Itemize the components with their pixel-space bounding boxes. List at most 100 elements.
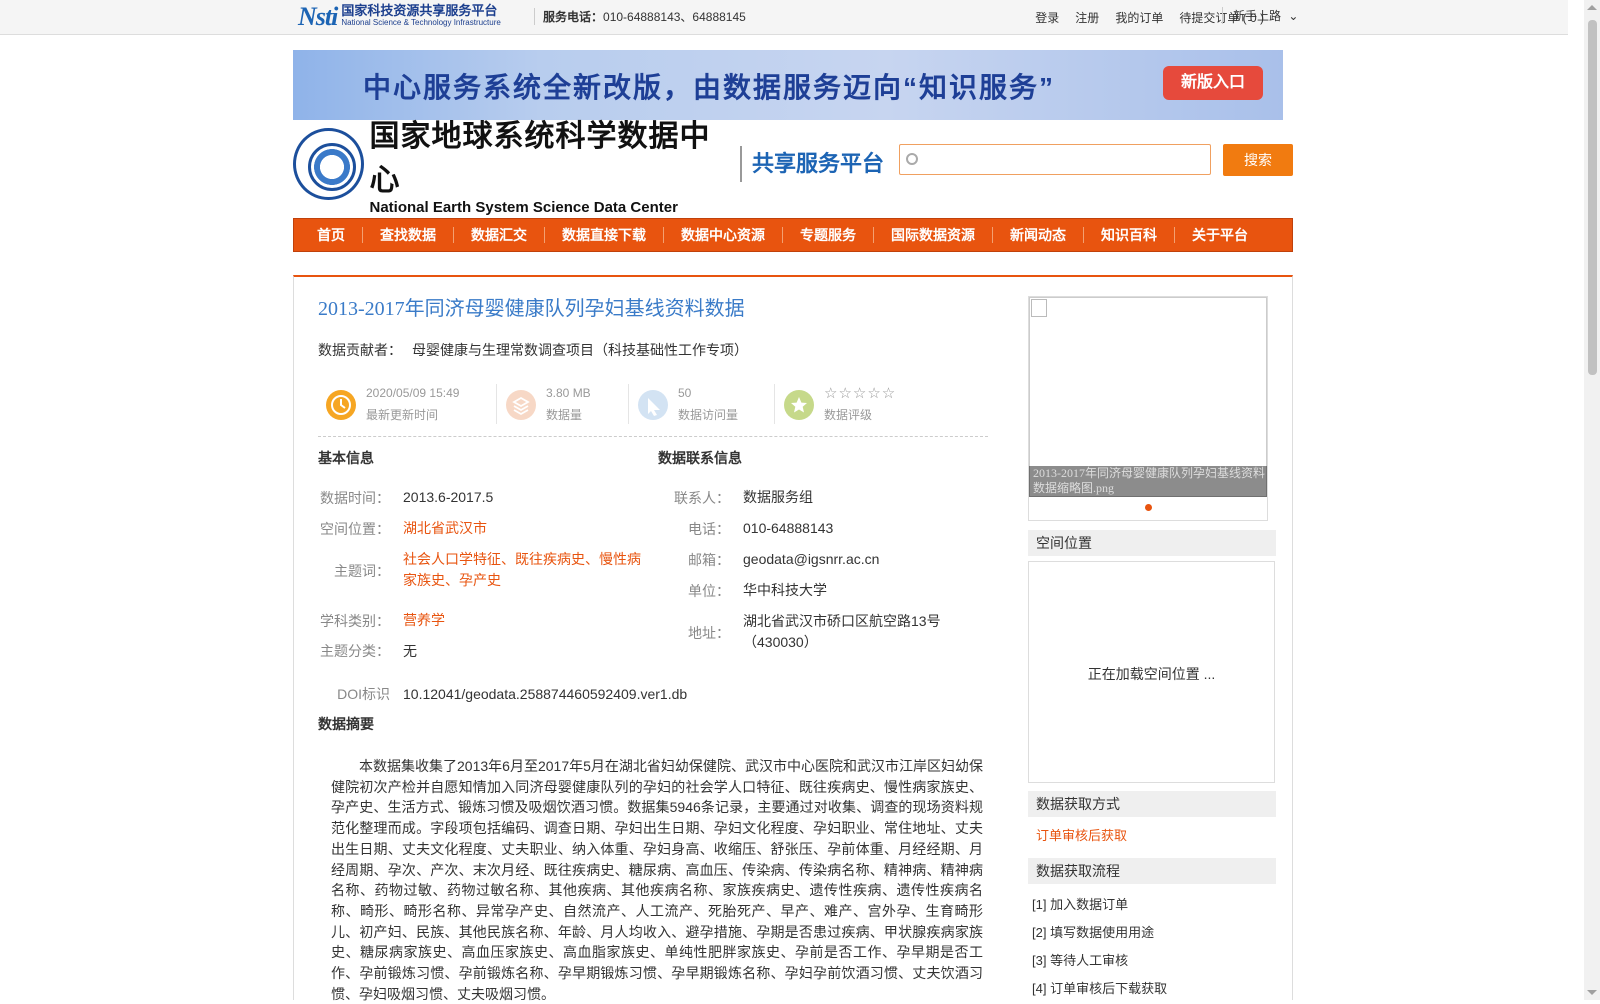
my-orders-link[interactable]: 我的订单 <box>1115 9 1163 26</box>
dataset-stats: 2020/05/09 15:49 最新更新时间 3.80 MB 数据量 50 数… <box>318 382 988 437</box>
newbie-guide-dropdown[interactable]: 新手上路 ⌄ <box>1222 7 1298 24</box>
nav-data-submission[interactable]: 数据汇交 <box>454 227 545 243</box>
keywords-value-line1[interactable]: 社会人口学特征、既往疾病史、慢性病 <box>403 549 641 570</box>
dataset-title: 2013-2017年同济母婴健康队列孕妇基线资料数据 <box>318 298 745 320</box>
nsti-logo[interactable]: Nsti 国家科技资源共享服务平台 National Science & Tec… <box>298 2 501 32</box>
spatial-location-header: 空间位置 <box>1028 530 1276 556</box>
contact-address-line2: （430030） <box>743 634 818 650</box>
visits-value: 50 <box>678 386 692 400</box>
top-bar <box>0 0 1568 35</box>
main-nav: 首页 查找数据 数据汇交 数据直接下载 数据中心资源 专题服务 国际数据资源 新… <box>293 218 1293 252</box>
contact-info-title: 数据联系信息 <box>658 450 742 466</box>
register-link[interactable]: 注册 <box>1075 9 1099 26</box>
access-method-header: 数据获取方式 <box>1028 791 1276 817</box>
size-label: 数据量 <box>546 408 583 422</box>
rating-label: 数据评级 <box>824 408 873 422</box>
process-step: [3] 等待人工审核 <box>1032 953 1129 968</box>
size-value: 3.80 MB <box>546 386 591 400</box>
abstract-title: 数据摘要 <box>318 716 374 732</box>
newbie-guide-label: 新手上路 <box>1233 9 1282 23</box>
access-method-link[interactable]: 订单审核后获取 <box>1036 825 1127 844</box>
search-input[interactable] <box>899 144 1211 175</box>
stat-updated: 2020/05/09 15:49 最新更新时间 <box>318 382 488 426</box>
rating-stars[interactable]: ☆☆☆☆☆ <box>824 384 896 402</box>
contributor-label: 数据贡献者： <box>318 342 402 358</box>
contact-address-label: 地址： <box>688 625 730 641</box>
contact-phone-value: 010-64888143 <box>743 520 834 536</box>
stat-size: 3.80 MB 数据量 <box>498 382 628 426</box>
location-value[interactable]: 湖北省武汉市 <box>403 518 487 539</box>
thumbnail-caption: 2013-2017年同济母婴健康队列孕妇基线资料数据缩略图.png <box>1029 466 1267 497</box>
nav-center-resources[interactable]: 数据中心资源 <box>664 227 783 243</box>
nav-direct-download[interactable]: 数据直接下载 <box>545 227 664 243</box>
share-platform-label: 共享服务平台 <box>740 146 884 182</box>
nav-knowledge[interactable]: 知识百科 <box>1084 227 1175 243</box>
contact-unit-value: 华中科技大学 <box>743 582 827 598</box>
data-time-label: 数据时间： <box>320 490 390 506</box>
process-step: [4] 订单审核后下载获取 <box>1032 981 1168 996</box>
scroll-down-arrow-icon[interactable] <box>1587 990 1597 995</box>
cursor-icon <box>638 390 668 420</box>
updated-value: 2020/05/09 15:49 <box>366 386 460 400</box>
data-center-name-cn: 国家地球系统科学数据中心 <box>369 120 711 197</box>
nsti-logo-cn: 国家科技资源共享服务平台 <box>341 3 498 18</box>
data-center-logo[interactable]: 国家地球系统科学数据中心 National Earth System Scien… <box>293 120 733 216</box>
search-button[interactable]: 搜索 <box>1223 144 1293 176</box>
star-badge-icon <box>784 390 814 420</box>
basic-info-title: 基本信息 <box>318 450 374 466</box>
nav-topic-services[interactable]: 专题服务 <box>783 227 874 243</box>
service-phone-numbers: 010-64888143、64888145 <box>603 10 746 24</box>
nav-home[interactable]: 首页 <box>300 227 363 243</box>
layers-icon <box>506 390 536 420</box>
nav-about[interactable]: 关于平台 <box>1175 227 1265 243</box>
stat-visits: 50 数据访问量 <box>630 382 770 426</box>
data-center-name-en: National Earth System Science Data Cente… <box>369 199 678 216</box>
discipline-label: 学科类别： <box>320 613 390 629</box>
scroll-up-arrow-icon[interactable] <box>1587 5 1597 10</box>
data-center-seal <box>293 127 364 200</box>
contact-person-value: 数据服务组 <box>743 489 813 505</box>
contact-person-label: 联系人： <box>674 490 730 506</box>
contributor-value: 母婴健康与生理常数调查项目（科技基础性工作专项） <box>412 342 748 358</box>
contributor-row: 数据贡献者： 母婴健康与生理常数调查项目（科技基础性工作专项） <box>318 340 748 360</box>
stat-divider <box>496 384 497 424</box>
broken-image-icon <box>1031 299 1047 317</box>
nav-find-data[interactable]: 查找数据 <box>363 227 454 243</box>
visits-label: 数据访问量 <box>678 408 739 422</box>
new-version-button[interactable]: 新版入口 <box>1163 66 1263 100</box>
announcement-banner[interactable]: 中心服务系统全新改版，由数据服务迈向“知识服务” 新版入口 <box>293 50 1283 120</box>
nsti-logo-mark: Nsti <box>298 2 338 31</box>
contact-unit-label: 单位： <box>688 583 730 599</box>
updated-label: 最新更新时间 <box>366 408 439 422</box>
contact-email-label: 邮箱： <box>688 552 730 568</box>
scrollbar-thumb[interactable] <box>1588 20 1597 375</box>
keywords-value-line2[interactable]: 家族史、孕产史 <box>403 570 501 591</box>
login-link[interactable]: 登录 <box>1035 9 1059 26</box>
nsti-logo-en: National Science & Technology Infrastruc… <box>341 18 501 27</box>
doi-label: DOI标识 <box>337 686 390 702</box>
location-label: 空间位置： <box>320 521 390 537</box>
discipline-value[interactable]: 营养学 <box>403 610 445 631</box>
service-phone: 服务电话：010-64888143、64888145 <box>534 8 746 25</box>
carousel-dot[interactable] <box>1145 504 1152 511</box>
keywords-label: 主题词： <box>334 563 390 579</box>
abstract-text: 本数据集收集了2013年6月至2017年5月在湖北省妇幼保健院、武汉市中心医院和… <box>331 758 983 1002</box>
contact-phone-label: 电话： <box>688 521 730 537</box>
nav-international-resources[interactable]: 国际数据资源 <box>874 227 993 243</box>
doi-value: 10.12041/geodata.258874460592409.ver1.db <box>403 686 688 702</box>
category-value: 无 <box>403 643 417 659</box>
chevron-down-icon: ⌄ <box>1288 9 1299 23</box>
process-step: [2] 填写数据使用用途 <box>1032 925 1155 940</box>
data-time-value: 2013.6-2017.5 <box>403 489 494 505</box>
process-step: [1] 加入数据订单 <box>1032 897 1129 912</box>
contact-email-value: geodata@igsnrr.ac.cn <box>743 551 880 567</box>
service-phone-label: 服务电话： <box>543 10 604 24</box>
category-label: 主题分类： <box>320 643 390 659</box>
nav-news[interactable]: 新闻动态 <box>993 227 1084 243</box>
access-process-header: 数据获取流程 <box>1028 858 1276 884</box>
stat-divider <box>774 384 775 424</box>
clock-icon <box>326 390 356 420</box>
contact-address-line1: 湖北省武汉市硚口区航空路13号 <box>743 613 941 629</box>
search-icon <box>906 153 918 165</box>
banner-text: 中心服务系统全新改版，由数据服务迈向“知识服务” <box>363 72 1056 103</box>
